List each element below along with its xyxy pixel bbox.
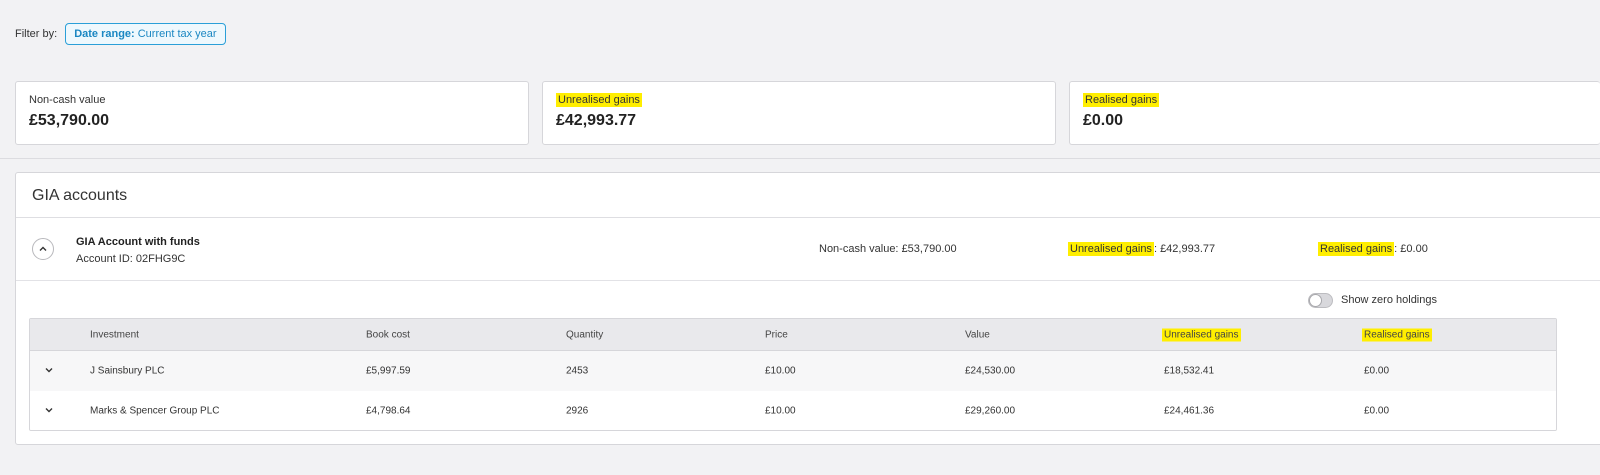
table-row: Marks & Spencer Group PLC £4,798.64 2926… [30, 391, 1556, 430]
card-label: Realised gains [1083, 93, 1160, 107]
cell-price: £10.00 [765, 405, 796, 417]
stat-value: £53,790.00 [901, 243, 957, 255]
card-value: £53,790.00 [29, 112, 110, 129]
filter-bar: Filter by: Date range: Current tax year [15, 22, 226, 46]
column-header-book-cost: Book cost [366, 329, 410, 340]
chevron-down-icon [45, 368, 53, 373]
cell-realised-gains: £0.00 [1364, 405, 1390, 417]
filter-label: Filter by: [15, 28, 58, 40]
account-unrealised-gains: Unrealised gains: £42,993.77 [1068, 242, 1216, 256]
section-divider [0, 158, 1600, 159]
cell-investment: J Sainsbury PLC [90, 365, 165, 377]
collapse-account-button[interactable] [32, 238, 54, 260]
cell-unrealised-gains: £18,532.41 [1164, 365, 1215, 377]
stat-value: £0.00 [1400, 243, 1428, 255]
column-header-quantity: Quantity [566, 329, 604, 340]
cell-book-cost: £4,798.64 [366, 405, 411, 417]
card-label: Unrealised gains [556, 93, 642, 107]
account-name: GIA Account with funds [76, 236, 200, 248]
card-value: £42,993.77 [556, 112, 637, 129]
table-body: J Sainsbury PLC £5,997.59 2453 £10.00 £2… [30, 351, 1556, 430]
chevron-down-icon [45, 408, 53, 413]
realised-gains-card: Realised gains £0.00 [1069, 81, 1600, 145]
gia-accounts-panel: GIA accounts GIA Account with funds Acco… [15, 172, 1600, 445]
cell-quantity: 2453 [566, 365, 589, 377]
card-label: Non-cash value [29, 94, 106, 106]
filter-chip-value: Current tax year [137, 28, 217, 40]
account-id: Account ID: 02FHG9C [76, 253, 185, 265]
table-header: Investment Book cost Quantity Price Valu… [30, 319, 1556, 351]
column-header-realised-gains: Realised gains [1362, 328, 1432, 341]
card-value: £0.00 [1083, 112, 1124, 129]
stat-label: Realised gains [1318, 242, 1395, 256]
account-id-label: Account ID: [76, 253, 133, 265]
cell-quantity: 2926 [566, 405, 589, 417]
expand-row-button[interactable] [42, 404, 56, 418]
column-header-investment: Investment [90, 329, 139, 340]
stat-label: Unrealised gains [1068, 242, 1154, 256]
stat-value: £42,993.77 [1160, 243, 1216, 255]
column-header-price: Price [765, 329, 788, 340]
cell-price: £10.00 [765, 365, 796, 377]
account-id-value: 02FHG9C [135, 253, 186, 265]
column-header-unrealised-gains: Unrealised gains [1162, 328, 1241, 341]
cell-value: £24,530.00 [965, 365, 1016, 377]
chevron-up-icon [39, 246, 47, 251]
expand-row-button[interactable] [42, 364, 56, 378]
stat-label: Non-cash value: [819, 243, 899, 255]
toggle-label: Show zero holdings [1340, 294, 1437, 306]
cell-unrealised-gains: £24,461.36 [1164, 405, 1215, 417]
panel-title: GIA accounts [16, 173, 1600, 218]
cell-value: £29,260.00 [965, 405, 1016, 417]
column-header-value: Value [965, 329, 990, 340]
show-zero-holdings: Show zero holdings [1307, 291, 1437, 309]
non-cash-value-card: Non-cash value £53,790.00 [15, 81, 529, 145]
show-zero-holdings-toggle[interactable] [1307, 292, 1333, 308]
toggle-knob [1308, 293, 1322, 307]
cell-investment: Marks & Spencer Group PLC [90, 405, 220, 417]
date-range-filter-chip[interactable]: Date range: Current tax year [65, 23, 226, 45]
filter-chip-key: Date range: [74, 28, 135, 40]
table-row: J Sainsbury PLC £5,997.59 2453 £10.00 £2… [30, 351, 1556, 391]
cell-realised-gains: £0.00 [1364, 365, 1390, 377]
account-realised-gains: Realised gains: £0.00 [1318, 242, 1428, 256]
account-row: GIA Account with funds Account ID: 02FHG9… [16, 218, 1600, 281]
holdings-table: Investment Book cost Quantity Price Valu… [29, 318, 1557, 431]
cell-book-cost: £5,997.59 [366, 365, 411, 377]
unrealised-gains-card: Unrealised gains £42,993.77 [542, 81, 1056, 145]
account-non-cash-value: Non-cash value: £53,790.00 [819, 243, 957, 255]
